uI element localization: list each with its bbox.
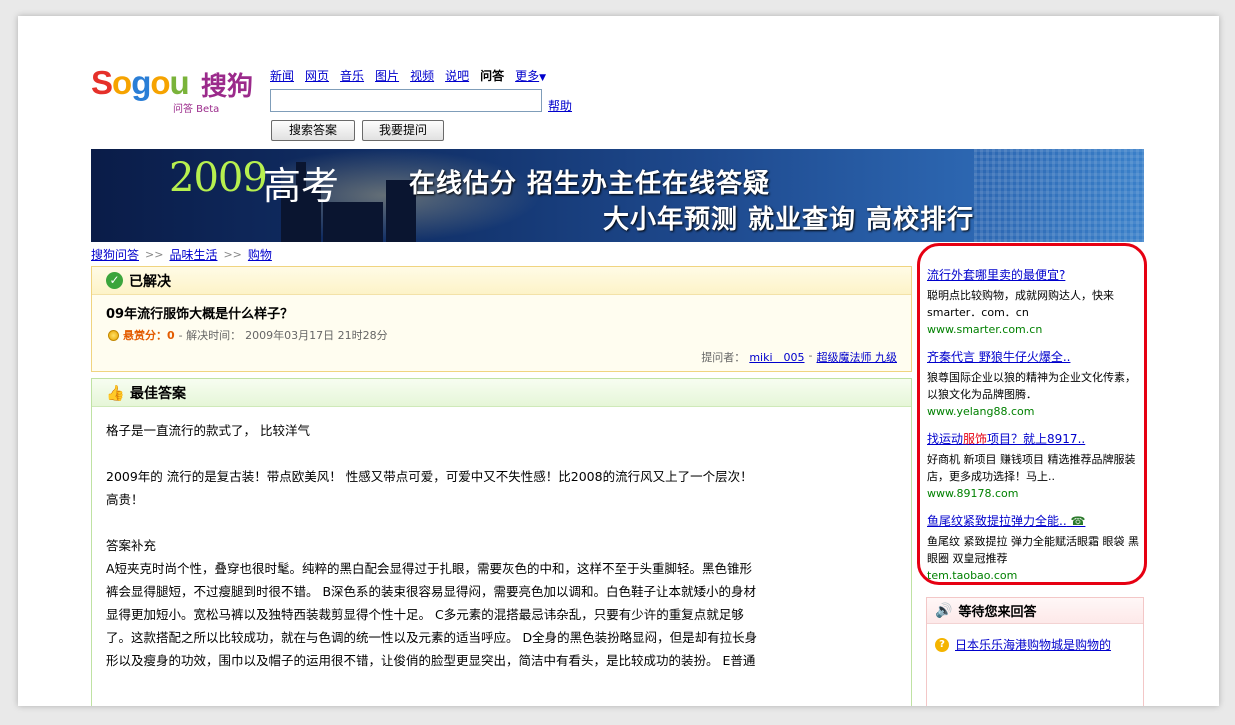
ad-item[interactable]: 鱼尾纹紧致提拉弹力全能.. ☎ 鱼尾纹 紧致提拉 弹力全能赋活眼霜 眼袋 黑眼圈… [927, 512, 1139, 582]
answer-line: A短夹克时尚个性，叠穿也很时髦。纯粹的黑白配会显得过于扎眼，需要灰色的中和，这样… [106, 561, 753, 576]
ad-url[interactable]: tem.taobao.com [927, 569, 1139, 582]
ad-description: 好商机 新项目 赚钱项目 精选推荐品牌服装店，更多成功选择！马上.. [927, 453, 1136, 483]
asker-separator: - [808, 349, 813, 362]
asker-name-link[interactable]: miki＿005 [749, 349, 804, 365]
breadcrumb: 搜狗问答 >> 品味生活 >> 购物 [91, 246, 272, 263]
breadcrumb-shopping[interactable]: 购物 [248, 246, 272, 263]
gaokao-banner[interactable]: 2009 高考 在线估分 招生办主任在线答疑 大小年预测 就业查询 高校排行 [91, 149, 1144, 242]
asker-label: 提问者： [701, 351, 746, 364]
resolved-status: 已解决 [129, 273, 171, 290]
answer-line: 形以及瘦身的功效，围巾以及帽子的运用很不错，让俊俏的脸型更显突出，简洁中有看头，… [106, 653, 756, 668]
ad-description: 鱼尾纹 紧致提拉 弹力全能赋活眼霜 眼袋 黑眼圈 双皇冠推荐 [927, 535, 1139, 565]
ad-title-link[interactable]: 找运动服饰项目？就上8917.. [927, 430, 1139, 447]
waiting-heading: 等待您来回答 [958, 605, 1037, 620]
best-answer-heading: 最佳答案 [130, 385, 186, 402]
ad-url[interactable]: www.89178.com [927, 487, 1139, 500]
banner-line2: 大小年预测 就业查询 高校排行 [603, 205, 975, 235]
ad-description: 聪明点比较购物，成就网购达人，快来smarter．com．cn [927, 289, 1114, 319]
solved-time: 2009年03月17日 21时28分 [245, 329, 388, 342]
waiting-item[interactable]: ? 日本乐乐海港购物城是购物的 [935, 636, 1111, 653]
ad-description: 狼尊国际企业以狼的精神为企业文化传素，以狼文化为品牌图腾． [927, 371, 1136, 401]
question-title: 09年流行服饰大概是什么样子？ [106, 307, 294, 322]
nav-more[interactable]: 更多▼ [515, 67, 546, 84]
question-icon: ? [935, 637, 949, 652]
resolved-header: ✓ 已解决 [92, 267, 911, 295]
answer-supplement-label: 答案补充 [106, 538, 157, 553]
nav-wenda-active: 问答 [480, 69, 505, 83]
breadcrumb-home[interactable]: 搜狗问答 [91, 246, 139, 263]
breadcrumb-lifestyle[interactable]: 品味生活 [169, 246, 217, 263]
nav-video[interactable]: 视频 [410, 67, 434, 84]
answer-line: 显得更加短小。宽松马裤以及独特西装裁剪显得个性十足。 C多元素的混搭最忌讳杂乱，… [106, 607, 744, 622]
ad-title-link[interactable]: 流行外套哪里卖的最便宜? [927, 266, 1139, 283]
breadcrumb-separator: >> [145, 248, 164, 261]
banner-line1: 在线估分 招生办主任在线答疑 [409, 169, 771, 199]
logo-subtitle: 问答 Beta [173, 104, 220, 115]
search-input[interactable] [270, 89, 542, 112]
asker-info: 提问者： miki＿005 - 超级魔法师 九级 [701, 349, 897, 365]
nav-news[interactable]: 新闻 [270, 67, 294, 84]
waiting-header: 🔊 等待您来回答 [927, 598, 1143, 624]
asker-rank-link[interactable]: 超级魔法师 九级 [817, 349, 898, 365]
answer-line: 了。这款搭配之所以比较成功，就在与色调的统一性以及元素的适当呼应。 D全身的黑色… [106, 630, 758, 645]
question-meta: 悬赏分：0 - 解决时间： 2009年03月17日 21时28分 [108, 327, 388, 343]
thumbs-up-icon: 👍 [106, 383, 125, 402]
best-answer-header: 👍 最佳答案 [92, 379, 911, 407]
ad-url[interactable]: www.smarter.com.cn [927, 323, 1139, 336]
search-answer-button[interactable]: 搜索答案 [271, 120, 355, 141]
coin-icon [108, 329, 119, 341]
phone-icon: ☎ [1070, 514, 1086, 528]
speaker-icon: 🔊 [935, 602, 953, 619]
answer-line: 裤会显得腿短，不过瘦腿到时很不错。 B深色系的装束很容易显得闷，需要亮色加以调和… [106, 584, 757, 599]
world-map-graphic [974, 149, 1144, 242]
logo-wordmark: Sogou [91, 64, 190, 101]
ad-title-link[interactable]: 齐秦代言 野狼牛仔火爆全.. [927, 348, 1139, 365]
nav-images[interactable]: 图片 [375, 67, 399, 84]
ad-item[interactable]: 找运动服饰项目？就上8917.. 好商机 新项目 赚钱项目 精选推荐品牌服装店，… [927, 430, 1139, 500]
ad-item[interactable]: 流行外套哪里卖的最便宜? 聪明点比较购物，成就网购达人，快来smarter．co… [927, 266, 1139, 336]
answer-line: 2009年的 流行的是复古装！带点欧美风！ 性感又带点可爱，可爱中又不失性感！比… [106, 469, 753, 484]
dropdown-arrow-icon: ▼ [539, 73, 547, 83]
nav-shuoba[interactable]: 说吧 [445, 67, 469, 84]
solved-label: - 解决时间： [178, 329, 242, 342]
waiting-panel: 🔊 等待您来回答 ? 日本乐乐海港购物城是购物的 [926, 597, 1144, 706]
check-icon: ✓ [106, 272, 123, 289]
waiting-question-link[interactable]: 日本乐乐海港购物城是购物的 [955, 636, 1111, 653]
banner-title: 高考 [263, 164, 340, 208]
ad-title-link[interactable]: 鱼尾纹紧致提拉弹力全能.. ☎ [927, 512, 1139, 529]
top-nav: 新闻 网页 音乐 图片 视频 说吧 问答 更多▼ [270, 67, 546, 84]
answer-line: 高贵！ [106, 492, 144, 507]
bounty-points: 悬赏分：0 [123, 329, 175, 342]
browser-page: Sogou 搜狗 问答 Beta 新闻 网页 音乐 图片 视频 说吧 问答 更多… [18, 16, 1219, 706]
answer-body: 格子是一直流行的款式了， 比较洋气 2009年的 流行的是复古装！带点欧美风！ … [106, 419, 906, 672]
ask-question-button[interactable]: 我要提问 [362, 120, 444, 141]
nav-web[interactable]: 网页 [305, 67, 329, 84]
banner-year: 2009 [169, 155, 268, 201]
answer-line: 格子是一直流行的款式了， 比较洋气 [106, 423, 310, 438]
question-panel: ✓ 已解决 09年流行服饰大概是什么样子？ 悬赏分：0 - 解决时间： 2009… [91, 266, 912, 372]
breadcrumb-separator: >> [223, 248, 242, 261]
nav-music[interactable]: 音乐 [340, 67, 364, 84]
sogou-logo[interactable]: Sogou 搜狗 问答 Beta [91, 64, 261, 115]
ad-item[interactable]: 齐秦代言 野狼牛仔火爆全.. 狼尊国际企业以狼的精神为企业文化传素，以狼文化为品… [927, 348, 1139, 418]
sponsored-ads-box: 流行外套哪里卖的最便宜? 聪明点比较购物，成就网购达人，快来smarter．co… [917, 243, 1147, 585]
best-answer-panel: 👍 最佳答案 格子是一直流行的款式了， 比较洋气 2009年的 流行的是复古装！… [91, 378, 912, 706]
ad-url[interactable]: www.yelang88.com [927, 405, 1139, 418]
help-link[interactable]: 帮助 [548, 97, 572, 114]
logo-chinese: 搜狗 [201, 72, 254, 102]
